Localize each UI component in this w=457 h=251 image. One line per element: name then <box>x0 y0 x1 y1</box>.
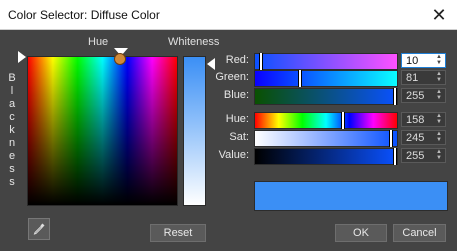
blackness-letter: s <box>9 163 15 175</box>
cancel-button[interactable]: Cancel <box>393 224 446 242</box>
red-value: 10 <box>406 55 419 67</box>
color-preview-swatch <box>254 181 448 211</box>
blue-label: Blue: <box>223 89 249 101</box>
whiteness-label: Whiteness <box>168 36 220 48</box>
sat-spinner[interactable]: 245 ▲ ▼ <box>401 130 446 145</box>
spinner-arrows-icon[interactable]: ▲ ▼ <box>435 113 443 126</box>
close-icon[interactable]: ✕ <box>427 4 451 26</box>
green-spinner[interactable]: 81 ▲ ▼ <box>401 70 446 85</box>
blue-slider-thumb[interactable] <box>393 88 397 105</box>
sat-slider[interactable] <box>254 130 398 147</box>
green-slider-thumb[interactable] <box>298 70 303 87</box>
red-slider-thumb[interactable] <box>258 53 263 70</box>
eyedropper-icon <box>33 223 45 235</box>
ok-button[interactable]: OK <box>335 224 387 242</box>
eyedropper-button[interactable] <box>28 218 50 240</box>
sat-slider-thumb[interactable] <box>389 130 394 147</box>
green-value: 81 <box>406 72 419 84</box>
blue-slider[interactable] <box>254 88 398 105</box>
title-bar: Color Selector: Diffuse Color ✕ <box>0 0 457 30</box>
value-slider-thumb[interactable] <box>393 148 397 165</box>
window-title: Color Selector: Diffuse Color <box>8 8 160 22</box>
green-slider[interactable] <box>254 70 398 87</box>
spinner-arrows-icon[interactable]: ▲ ▼ <box>435 149 443 162</box>
red-slider[interactable] <box>254 53 398 70</box>
sat-value: 245 <box>406 132 425 144</box>
reset-button[interactable]: Reset <box>150 224 206 242</box>
value-value: 255 <box>406 150 425 162</box>
hue-value: 158 <box>406 114 425 126</box>
value-spinner[interactable]: 255 ▲ ▼ <box>401 148 446 163</box>
blackness-letter: s <box>9 176 15 188</box>
slider-row-value: Value: 255 ▲ ▼ <box>0 148 457 165</box>
slider-row-red: Red: 10 ▲ ▼ <box>0 53 457 70</box>
value-label: Value: <box>218 149 249 161</box>
value-slider[interactable] <box>254 148 398 165</box>
spinner-arrows-icon[interactable]: ▲ ▼ <box>435 71 443 84</box>
blue-spinner[interactable]: 255 ▲ ▼ <box>401 88 446 103</box>
hue-slider-label: Hue: <box>225 113 249 125</box>
hue-slider[interactable] <box>254 112 398 129</box>
hue-slider-thumb[interactable] <box>341 112 346 129</box>
slider-row-hue: Hue: 158 ▲ ▼ <box>0 112 457 129</box>
blue-value: 255 <box>406 90 425 102</box>
green-label: Green: <box>215 71 249 83</box>
sat-label: Sat: <box>229 131 249 143</box>
slider-row-blue: Blue: 255 ▲ ▼ <box>0 88 457 105</box>
red-spinner[interactable]: 10 ▲ ▼ <box>401 53 446 68</box>
spinner-arrows-icon[interactable]: ▲ ▼ <box>435 54 443 67</box>
spinner-arrows-icon[interactable]: ▲ ▼ <box>435 89 443 102</box>
red-label: Red: <box>225 54 249 66</box>
spinner-arrows-icon[interactable]: ▲ ▼ <box>435 131 443 144</box>
slider-row-green: Green: 81 ▲ ▼ <box>0 70 457 87</box>
hue-label: Hue <box>88 36 109 48</box>
slider-row-sat: Sat: 245 ▲ ▼ <box>0 130 457 147</box>
hue-spinner[interactable]: 158 ▲ ▼ <box>401 112 446 127</box>
